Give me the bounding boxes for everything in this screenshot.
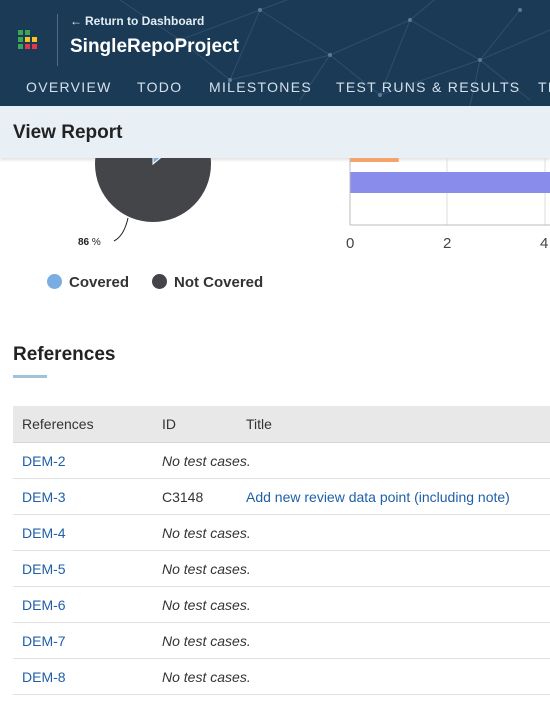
table-row: DEM-7 No test cases. [13, 622, 550, 659]
pie-percent-value: 86 [78, 237, 90, 248]
page-subheader: View Report [0, 106, 550, 158]
bar-series-2 [350, 172, 550, 193]
table-row: DEM-4 No test cases. [13, 514, 550, 551]
reference-link[interactable]: DEM-7 [22, 633, 66, 649]
bar-series-1 [350, 158, 399, 162]
no-test-cases-text: No test cases. [162, 632, 251, 649]
x-tick-label: 4 [540, 235, 549, 252]
references-heading: References [13, 344, 116, 365]
tab-truncated[interactable]: TE [538, 79, 550, 95]
references-table: References ID Title DEM-2 No test cases.… [13, 406, 550, 695]
test-case-id: C3148 [162, 488, 204, 505]
x-tick-label: 0 [346, 235, 355, 252]
header-divider [57, 14, 58, 66]
page-title: View Report [13, 122, 123, 143]
legend-dot-not-covered [152, 274, 167, 289]
legend-label-not-covered: Not Covered [174, 274, 264, 291]
legend-item-covered[interactable]: Covered [47, 274, 129, 291]
x-tick-label: 2 [443, 235, 452, 252]
tab-todo[interactable]: TODO [137, 79, 182, 95]
reference-link[interactable]: DEM-2 [22, 453, 66, 469]
return-to-dashboard-link[interactable]: ← Return to Dashboard [70, 14, 204, 28]
tab-milestones[interactable]: MILESTONES [209, 79, 312, 95]
project-title: SingleRepoProject [70, 36, 239, 57]
no-test-cases-text: No test cases. [162, 596, 251, 613]
tab-overview[interactable]: OVERVIEW [26, 79, 112, 95]
tab-test-runs-results[interactable]: TEST RUNS & RESULTS [336, 79, 520, 95]
legend-label-covered: Covered [69, 274, 130, 291]
app-logo-icon [18, 30, 42, 54]
coverage-pie-chart [95, 158, 211, 242]
reference-link[interactable]: DEM-8 [22, 669, 66, 685]
legend-dot-covered [47, 274, 62, 289]
test-case-title-link[interactable]: Add new review data point (including not… [246, 489, 510, 505]
results-bar-chart [349, 158, 550, 226]
no-test-cases-text: No test cases. [162, 452, 251, 469]
no-test-cases-text: No test cases. [162, 560, 251, 577]
pie-percent-sign: % [91, 237, 101, 248]
pie-percent-label: 86 % [78, 237, 101, 248]
table-row: DEM-8 No test cases. [13, 658, 550, 695]
table-row: DEM-2 No test cases. [13, 442, 550, 479]
table-row: DEM-5 No test cases. [13, 550, 550, 587]
column-header-id[interactable]: ID [162, 406, 246, 443]
column-header-title[interactable]: Title [246, 406, 550, 443]
return-label: Return to Dashboard [85, 14, 205, 28]
back-arrow-icon: ← [70, 14, 82, 28]
table-row: DEM-6 No test cases. [13, 586, 550, 623]
no-test-cases-text: No test cases. [162, 668, 251, 685]
reference-link[interactable]: DEM-6 [22, 597, 66, 613]
table-row: DEM-3 C3148 Add new review data point (i… [13, 478, 550, 515]
table-header-row: References ID Title [13, 406, 550, 443]
column-header-references[interactable]: References [13, 406, 162, 443]
main-nav: OVERVIEW TODO MILESTONES TEST RUNS & RES… [0, 72, 550, 106]
app-header: ← Return to Dashboard SingleRepoProject O… [0, 0, 550, 106]
no-test-cases-text: No test cases. [162, 524, 251, 541]
reference-link[interactable]: DEM-4 [22, 525, 66, 541]
pie-label-leader-line [113, 217, 129, 242]
pie-slice-not-covered [95, 158, 211, 222]
heading-underline [13, 375, 47, 378]
reference-link[interactable]: DEM-5 [22, 561, 66, 577]
reference-link[interactable]: DEM-3 [22, 489, 66, 505]
legend-item-not-covered[interactable]: Not Covered [152, 274, 263, 291]
